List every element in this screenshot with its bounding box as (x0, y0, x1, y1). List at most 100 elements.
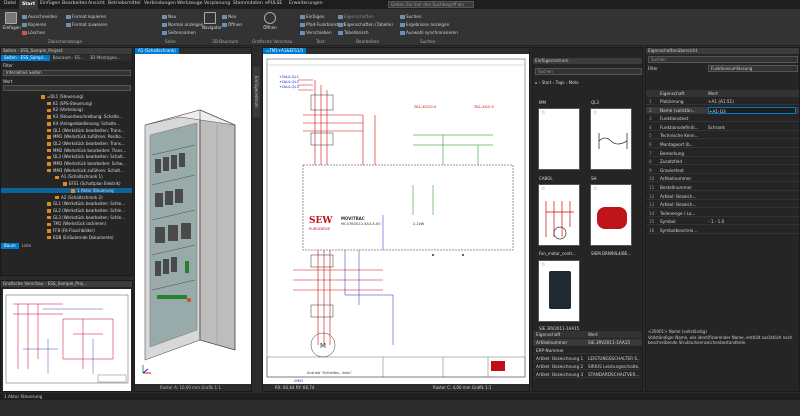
tabular-edit-button[interactable]: Tabellarisch (338, 30, 369, 35)
3d-open-button[interactable]: Öffnen (222, 22, 242, 27)
subtab-3d[interactable]: 3D-Montagea... (87, 55, 124, 61)
menu-tab-start[interactable]: Start (19, 0, 39, 9)
tree-item[interactable]: K1 (SPS-Steuerung) (1, 101, 132, 107)
subtab-pages[interactable]: Seiten - ESS_Sampl... (1, 55, 50, 61)
filter-select[interactable]: Interaktive Seiten (3, 70, 131, 76)
favorite-star-icon[interactable]: ☆ (593, 110, 597, 116)
tree-item[interactable]: K4 (Anlagenbedienung: Schalte... (1, 121, 132, 127)
tree-item[interactable]: TM1 (Werkstück lackieren) (1, 221, 132, 227)
tile-mm[interactable]: ☆ (538, 108, 580, 170)
favorite-star-icon[interactable]: ☆ (593, 186, 597, 192)
property-row[interactable]: 7 Bemerkung (646, 150, 799, 157)
menu-tab-bearbeiten[interactable]: Bearbeiten (62, 1, 87, 6)
tree-item[interactable]: MM1 (Werkstück zuführen: Positio... (1, 134, 132, 140)
insert-center-prop-row[interactable]: Artikel: Bezeichnung 3 STANDARDSCHALTVER.… (533, 371, 642, 378)
insert-center-prop-row[interactable]: Artikelnummer SIE.3RV2011-1AA15 (533, 339, 642, 346)
tab-list[interactable]: Liste (19, 243, 34, 249)
insert-center-side-tab[interactable]: Einfügecentrum (253, 67, 260, 117)
text-insert-button[interactable]: Einfügen (300, 14, 324, 19)
insert-center-prop-row[interactable]: ERP-Nummer (533, 347, 642, 354)
properties-button[interactable]: Eigenschaften (338, 14, 374, 19)
property-value[interactable]: Schrank (708, 124, 796, 131)
paste-button[interactable]: Einfügen (3, 12, 21, 34)
property-row[interactable]: 13 Artikel: Bezeich... (646, 201, 799, 209)
insert-center-search[interactable]: Suchen (535, 68, 642, 75)
text-move-button[interactable]: Verschieben (300, 30, 332, 35)
insert-center-prop-row[interactable]: Artikel: Bezeichnung 1 LEISTUNGSSCHALTER … (533, 355, 642, 362)
tab-tree[interactable]: Baum (1, 243, 19, 249)
preview-canvas[interactable] (3, 289, 131, 391)
properties-search[interactable]: Suchen (648, 56, 798, 63)
property-row[interactable]: 15 Symbol - 1 - 1.0 (646, 218, 799, 226)
property-row[interactable]: 11 Bestellnummer (646, 184, 799, 191)
property-row[interactable]: 12 Artikel: Bezeich... (646, 193, 799, 200)
tab-schematic-page[interactable]: =TM1+A1&EFS1/1 (263, 48, 307, 54)
favorite-star-icon[interactable]: ☆ (541, 186, 545, 192)
menu-tab-datei[interactable]: Datei (4, 1, 16, 6)
cabinet-3d-model[interactable] (135, 55, 251, 382)
home-icon[interactable]: ⌂ (535, 80, 538, 85)
favorite-star-icon[interactable]: ☆ (541, 262, 545, 268)
global-search-input[interactable]: Geben Sie hier den Suchbegriff ein (388, 1, 474, 8)
tab-3d-cabinet[interactable]: A1 (Schaltschrank) (135, 48, 179, 54)
menu-tab-werkzeuge[interactable]: Werkzeuge (177, 1, 203, 6)
menu-tab-epulse[interactable]: ePULSE (265, 1, 282, 6)
tile-ql3[interactable]: ☆ (590, 108, 632, 170)
property-row[interactable]: 2 Name (vollstän... +A1-Q3 (646, 106, 799, 114)
delete-button[interactable]: Löschen (22, 30, 45, 35)
menu-tab-erweiterungen[interactable]: Erweiterungen (289, 1, 323, 6)
property-row[interactable]: 10 Artikelnummer (646, 175, 799, 183)
tree-item[interactable]: 1 Aktor Steuerung (1, 187, 132, 194)
tree-item[interactable]: QL2 (Werkstück bearbeiten: Trans... (1, 141, 132, 147)
format-paste-button[interactable]: Format zuweisen (66, 22, 108, 27)
show-results-button[interactable]: Ergebnisse anzeigen (400, 22, 449, 27)
find-button[interactable]: Suchen (400, 14, 422, 19)
tree-item[interactable]: MM2 (Werkstück bearbeiten: Trans... (1, 148, 132, 154)
properties-filter-select[interactable]: Funktionsumfassung (708, 65, 798, 72)
menu-tab-stammdaten[interactable]: Stammdaten (233, 1, 263, 6)
navigator-button[interactable]: Navigator (202, 12, 222, 34)
tree-item[interactable]: MM3 (Werkstück zuführen: Schalt... (1, 168, 132, 174)
sync-selection-button[interactable]: Auswahl synchronisieren (400, 30, 458, 35)
breadcrumb-moto[interactable]: Moto (569, 80, 579, 85)
property-row[interactable]: 4 Funktionsdefiniti... Schrank (646, 124, 799, 131)
property-row[interactable]: 9 Graviertext (646, 167, 799, 174)
property-row[interactable]: 16 Symbolbeschrei... (646, 227, 799, 234)
format-copy-button[interactable]: Format kopieren (66, 14, 106, 19)
tree-item[interactable]: K2 (Verteilung) (1, 107, 132, 113)
property-value[interactable]: - 1 - 1.0 (708, 218, 796, 225)
tree-item[interactable]: EDB (Erläuternde Dokumente) (1, 235, 132, 241)
tree-item[interactable]: GL2 (Werkstück bearbeiten: Schle... (1, 208, 132, 214)
value-input[interactable] (3, 85, 131, 91)
property-row[interactable]: 3 Funktionstext (646, 115, 799, 123)
tree-item[interactable]: FF8 (Fit-Flaschbilder) (1, 228, 132, 234)
tree-item[interactable]: QL3 (Werkstück bearbeiten: Schalt... (1, 154, 132, 160)
favorite-star-icon[interactable]: ☆ (541, 110, 545, 116)
property-row[interactable]: 1 Platzierung +A1 (A1.51) (646, 98, 799, 105)
copy-button[interactable]: Kopieren (22, 22, 46, 27)
property-row[interactable]: 8 Zusatzfeld (646, 158, 799, 166)
page-new-button[interactable]: Neu (162, 14, 176, 19)
tree-item[interactable]: =DL1 (Steuerung) (1, 94, 132, 100)
breadcrumb-tags[interactable]: Tags (556, 80, 565, 85)
3d-new-button[interactable]: Neu (222, 14, 236, 19)
cut-button[interactable]: Ausschneiden (22, 14, 57, 19)
insert-center-prop-row[interactable]: Artikel: Bezeichnung 2 SIRIUS Leistungssc… (533, 363, 642, 370)
tree-item[interactable]: EFS1 (Schaltplan Elektrik) (1, 181, 132, 187)
property-value[interactable]: +A1 (A1.51) (708, 98, 796, 105)
menu-tab-ansicht[interactable]: Ansicht (88, 1, 105, 6)
tree-item[interactable]: A2 (Schaltschrank 2) (1, 195, 132, 201)
menu-tab-vorplanung[interactable]: Vorplanung (204, 1, 230, 6)
property-row[interactable]: 14 Teilenenge / La... (646, 210, 799, 217)
tree-item[interactable]: GL3 (Werkstück bearbeiten: Schle... (1, 215, 132, 221)
tree-item[interactable]: K3 (Steuerbeschreibung: Schalte... (1, 114, 132, 120)
page-names-button[interactable]: Seitennamen (162, 30, 196, 35)
tree-item[interactable]: QL1 (Werkstück bearbeiten: Trans... (1, 128, 132, 134)
property-value[interactable]: +A1-Q3 (708, 106, 796, 114)
property-row[interactable]: 5 Technische Kenn... (646, 132, 799, 140)
page-normal-button[interactable]: Normal anzeigen (162, 22, 204, 27)
menu-tab-einfuegen[interactable]: Einfügen (40, 1, 60, 6)
properties-table-button[interactable]: Eigenschaften (Tabelle) (338, 22, 393, 27)
breadcrumb-start[interactable]: Start (542, 80, 552, 85)
subtab-layout[interactable]: Bauraum - ES... (50, 55, 87, 61)
